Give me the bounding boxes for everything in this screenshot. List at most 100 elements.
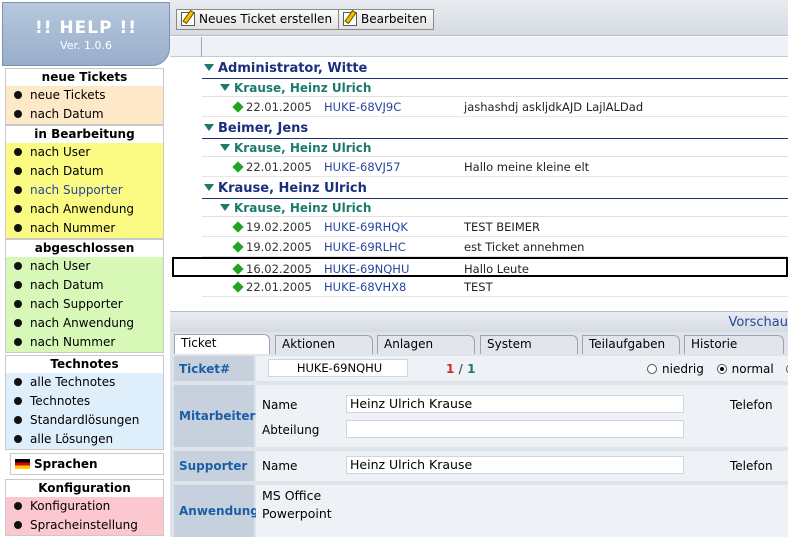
ticket-subject: TEST BEIMER <box>464 220 540 234</box>
sidebar-item-closed-by-user[interactable]: nach User <box>6 257 163 276</box>
ticket-status-icon <box>232 221 244 233</box>
expand-triangle-icon <box>220 204 230 211</box>
user-group-header[interactable]: Krause, Heinz Ulrich <box>202 199 788 217</box>
tab-attachments[interactable]: Anlagen <box>377 335 475 354</box>
ticket-row[interactable]: 22.01.2005 HUKE-68VJ9C jashashdj askljdk… <box>202 97 788 117</box>
employee-name-field[interactable]: Heinz Ulrich Krause <box>346 395 684 413</box>
sidebar-item-technotes[interactable]: Technotes <box>6 392 163 411</box>
bullet-icon <box>14 319 22 327</box>
sidebar-item-language-settings[interactable]: Spracheinstellung <box>6 516 163 535</box>
ticket-number: HUKE-68VJ9C <box>324 100 402 114</box>
sidebar-item-closed-by-application[interactable]: nach Anwendung <box>6 314 163 333</box>
page-current: 1 <box>446 362 455 376</box>
tab-ticket[interactable]: Ticket <box>174 334 270 354</box>
bullet-icon <box>14 224 22 232</box>
preview-header[interactable]: Vorschau <box>170 311 788 332</box>
sidebar-item-progress-by-number[interactable]: nach Nummer <box>6 219 163 238</box>
sidebar-item-standard-solutions[interactable]: Standardlösungen <box>6 411 163 430</box>
sidebar-item-new-tickets[interactable]: neue Tickets <box>6 86 163 105</box>
section-new-tickets: neue Tickets neue Tickets nach Datum <box>5 68 164 125</box>
bullet-icon <box>14 416 22 424</box>
bullet-icon <box>14 91 22 99</box>
department-label: Abteilung <box>262 423 320 437</box>
section-configuration: Konfiguration Konfiguration Spracheinste… <box>5 479 164 536</box>
application-cell <box>256 485 788 537</box>
ticket-number-field[interactable]: HUKE-69NQHU <box>268 359 408 377</box>
sidebar-item-languages[interactable]: Sprachen <box>10 453 164 475</box>
expand-triangle-icon <box>220 144 230 151</box>
priority-normal-radio[interactable] <box>716 364 727 374</box>
expand-triangle-icon <box>204 184 214 191</box>
column-divider <box>201 37 202 57</box>
user-group-header[interactable]: Krause, Heinz Ulrich <box>202 79 788 97</box>
ticket-status-icon <box>232 161 244 173</box>
bullet-icon <box>14 300 22 308</box>
app-version: Ver. 1.0.6 <box>60 39 112 52</box>
bullet-icon <box>14 397 22 405</box>
tab-history[interactable]: Historie <box>684 335 784 354</box>
ticket-detail: Ticket# HUKE-69NQHU 1 / 1 niedrig normal… <box>174 354 788 537</box>
supporter-group-header[interactable]: Beimer, Jens <box>202 119 788 139</box>
sidebar-item-closed-by-number[interactable]: nach Nummer <box>6 333 163 352</box>
sidebar-item-progress-by-application[interactable]: nach Anwendung <box>6 200 163 219</box>
supporter-group-header[interactable]: Administrator, Witte <box>202 59 788 79</box>
application-line: Powerpoint <box>262 506 332 521</box>
sidebar-item-all-technotes[interactable]: alle Technotes <box>6 373 163 392</box>
department-field[interactable] <box>346 420 684 438</box>
section-header: abgeschlossen <box>6 240 163 257</box>
bullet-icon <box>14 521 22 529</box>
priority-low-radio[interactable] <box>647 364 657 374</box>
employee-label: Mitarbeiter <box>174 385 255 447</box>
ticket-subject: jashashdj askljdkAJD LajlALDad <box>464 100 644 114</box>
tab-system[interactable]: System <box>480 335 578 354</box>
supporter-name-field[interactable]: Heinz Ulrich Krause <box>346 456 684 474</box>
ticket-page-counter: 1 / 1 <box>446 362 475 376</box>
ticket-status-icon <box>232 241 244 253</box>
sidebar-item-configuration[interactable]: Konfiguration <box>6 497 163 516</box>
application-label: Anwendung <box>174 485 259 537</box>
app-title: !! HELP !! <box>35 18 137 38</box>
supporter-name-label: Name <box>262 459 298 473</box>
expand-triangle-icon <box>220 84 230 91</box>
section-header: Konfiguration <box>6 480 163 497</box>
ticket-number: HUKE-68VJ57 <box>324 160 401 174</box>
sidebar-item-all-solutions[interactable]: alle Lösungen <box>6 430 163 449</box>
preview-tabs: Ticket Aktionen Anlagen System Teilaufga… <box>170 333 788 354</box>
preview-panel: Vorschau Ticket Aktionen Anlagen System … <box>170 311 788 537</box>
expand-triangle-icon <box>204 64 214 71</box>
supporter-group-header[interactable]: Krause, Heinz Ulrich <box>202 179 788 199</box>
supporter-group: Administrator, Witte Krause, Heinz Ulric… <box>202 59 788 117</box>
bullet-icon <box>14 378 22 386</box>
expand-triangle-icon <box>204 124 214 131</box>
sidebar-item-progress-by-user[interactable]: nach User <box>6 143 163 162</box>
priority-low-label: niedrig <box>662 362 704 376</box>
sidebar-item-closed-by-supporter[interactable]: nach Supporter <box>6 295 163 314</box>
user-group-header[interactable]: Krause, Heinz Ulrich <box>202 139 788 157</box>
ticket-status-icon <box>232 263 244 275</box>
ticket-subject: Hallo meine kleine elt <box>464 160 590 174</box>
supporter-group: Krause, Heinz Ulrich Krause, Heinz Ulric… <box>172 179 788 297</box>
bullet-icon <box>14 281 22 289</box>
page-total: 1 <box>467 362 476 376</box>
edit-button[interactable]: Bearbeiten <box>338 9 434 30</box>
ticket-row[interactable]: 22.01.2005 HUKE-68VHX8 TEST <box>202 277 788 297</box>
bullet-icon <box>14 110 22 118</box>
ticket-row[interactable]: 19.02.2005 HUKE-69RHQK TEST BEIMER <box>202 217 788 237</box>
ticket-date: 22.01.2005 <box>246 100 312 114</box>
bullet-icon <box>14 435 22 443</box>
section-header: Technotes <box>6 356 163 373</box>
ticket-number-label: Ticket# <box>174 356 254 381</box>
sidebar-item-progress-by-supporter[interactable]: nach Supporter <box>6 181 163 200</box>
section-in-progress: in Bearbeitung nach User nach Datum nach… <box>5 125 164 239</box>
ticket-row[interactable]: 22.01.2005 HUKE-68VJ57 Hallo meine klein… <box>202 157 788 177</box>
tab-actions[interactable]: Aktionen <box>275 335 373 354</box>
ticket-row-selected[interactable]: 16.02.2005 HUKE-69NQHU Hallo Leute <box>172 257 788 277</box>
page-separator: / <box>458 362 463 376</box>
bullet-icon <box>14 167 22 175</box>
ticket-row[interactable]: 19.02.2005 HUKE-69RLHC est Ticket annehm… <box>202 237 788 257</box>
sidebar-item-new-by-date[interactable]: nach Datum <box>6 105 163 124</box>
tab-subtasks[interactable]: Teilaufgaben <box>582 335 680 354</box>
new-ticket-button[interactable]: Neues Ticket erstellen <box>176 9 340 30</box>
sidebar-item-closed-by-date[interactable]: nach Datum <box>6 276 163 295</box>
sidebar-item-progress-by-date[interactable]: nach Datum <box>6 162 163 181</box>
